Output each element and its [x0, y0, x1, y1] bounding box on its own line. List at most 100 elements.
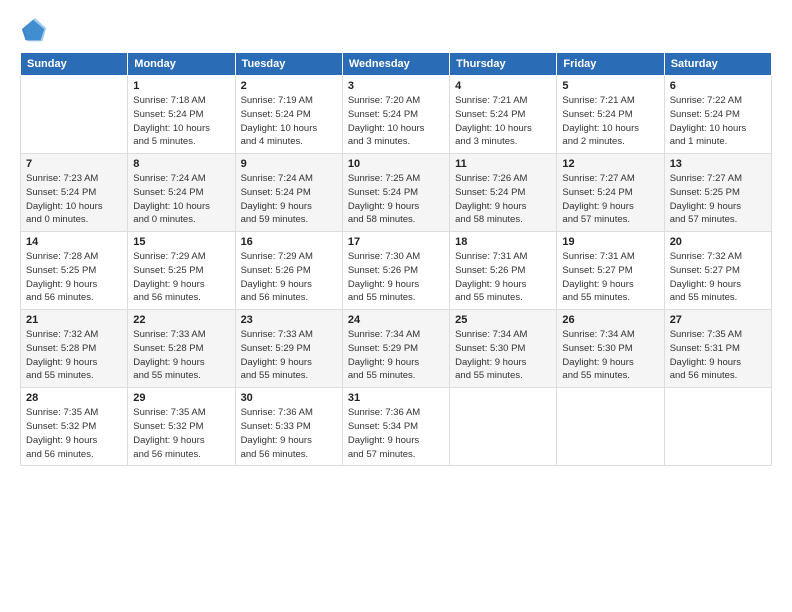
calendar-cell: 28 Sunrise: 7:35 AM Sunset: 5:32 PM Dayli… — [21, 388, 128, 466]
day-info: Sunrise: 7:25 AM Sunset: 5:24 PM Dayligh… — [348, 172, 444, 227]
calendar-cell: 15 Sunrise: 7:29 AM Sunset: 5:25 PM Dayli… — [128, 232, 235, 310]
day-number: 22 — [133, 314, 229, 326]
day-info: Sunrise: 7:36 AM Sunset: 5:33 PM Dayligh… — [241, 406, 337, 461]
calendar-cell: 6 Sunrise: 7:22 AM Sunset: 5:24 PM Daylig… — [664, 76, 771, 154]
col-header-wednesday: Wednesday — [342, 53, 449, 76]
day-info: Sunrise: 7:35 AM Sunset: 5:32 PM Dayligh… — [133, 406, 229, 461]
calendar-cell: 13Sunrise: 7:27 AM Sunset: 5:25 PM Dayli… — [664, 154, 771, 232]
day-number: 25 — [455, 314, 551, 326]
day-info: Sunrise: 7:24 AM Sunset: 5:24 PM Dayligh… — [133, 172, 229, 227]
calendar-header-row: SundayMondayTuesdayWednesdayThursdayFrid… — [21, 53, 772, 76]
header — [20, 16, 772, 44]
col-header-friday: Friday — [557, 53, 664, 76]
logo-icon — [20, 16, 48, 44]
day-info: Sunrise: 7:19 AM Sunset: 5:24 PM Dayligh… — [241, 94, 337, 149]
day-number: 31 — [348, 392, 444, 404]
calendar-cell: 12Sunrise: 7:27 AM Sunset: 5:24 PM Dayli… — [557, 154, 664, 232]
day-number: 16 — [241, 236, 337, 248]
calendar-cell: 11Sunrise: 7:26 AM Sunset: 5:24 PM Dayli… — [450, 154, 557, 232]
col-header-saturday: Saturday — [664, 53, 771, 76]
day-info: Sunrise: 7:22 AM Sunset: 5:24 PM Dayligh… — [670, 94, 766, 149]
day-number: 12 — [562, 158, 658, 170]
calendar-cell: 5 Sunrise: 7:21 AM Sunset: 5:24 PM Daylig… — [557, 76, 664, 154]
day-info: Sunrise: 7:27 AM Sunset: 5:25 PM Dayligh… — [670, 172, 766, 227]
calendar-table: SundayMondayTuesdayWednesdayThursdayFrid… — [20, 52, 772, 466]
day-number: 28 — [26, 392, 122, 404]
calendar-cell: 24 Sunrise: 7:34 AM Sunset: 5:29 PM Dayli… — [342, 310, 449, 388]
calendar-cell: 25 Sunrise: 7:34 AM Sunset: 5:30 PM Dayli… — [450, 310, 557, 388]
day-number: 14 — [26, 236, 122, 248]
page: SundayMondayTuesdayWednesdayThursdayFrid… — [0, 0, 792, 612]
calendar-cell: 14 Sunrise: 7:28 AM Sunset: 5:25 PM Dayli… — [21, 232, 128, 310]
calendar-cell: 26Sunrise: 7:34 AM Sunset: 5:30 PM Dayli… — [557, 310, 664, 388]
day-number: 2 — [241, 80, 337, 92]
calendar-cell: 23 Sunrise: 7:33 AM Sunset: 5:29 PM Dayli… — [235, 310, 342, 388]
day-number: 9 — [241, 158, 337, 170]
day-info: Sunrise: 7:29 AM Sunset: 5:25 PM Dayligh… — [133, 250, 229, 305]
calendar-cell — [557, 388, 664, 466]
calendar-cell: 7Sunrise: 7:23 AM Sunset: 5:24 PM Daylig… — [21, 154, 128, 232]
calendar-week-row: 28 Sunrise: 7:35 AM Sunset: 5:32 PM Dayli… — [21, 388, 772, 466]
day-info: Sunrise: 7:24 AM Sunset: 5:24 PM Dayligh… — [241, 172, 337, 227]
calendar-cell: 9 Sunrise: 7:24 AM Sunset: 5:24 PM Daylig… — [235, 154, 342, 232]
calendar-week-row: 14 Sunrise: 7:28 AM Sunset: 5:25 PM Dayli… — [21, 232, 772, 310]
day-info: Sunrise: 7:34 AM Sunset: 5:30 PM Dayligh… — [455, 328, 551, 383]
day-number: 11 — [455, 158, 551, 170]
day-number: 21 — [26, 314, 122, 326]
day-number: 5 — [562, 80, 658, 92]
day-info: Sunrise: 7:21 AM Sunset: 5:24 PM Dayligh… — [455, 94, 551, 149]
day-info: Sunrise: 7:30 AM Sunset: 5:26 PM Dayligh… — [348, 250, 444, 305]
col-header-tuesday: Tuesday — [235, 53, 342, 76]
calendar-cell: 17 Sunrise: 7:30 AM Sunset: 5:26 PM Dayli… — [342, 232, 449, 310]
day-number: 4 — [455, 80, 551, 92]
calendar-cell: 18Sunrise: 7:31 AM Sunset: 5:26 PM Dayli… — [450, 232, 557, 310]
day-number: 20 — [670, 236, 766, 248]
day-number: 24 — [348, 314, 444, 326]
calendar-cell: 3Sunrise: 7:20 AM Sunset: 5:24 PM Daylig… — [342, 76, 449, 154]
day-number: 27 — [670, 314, 766, 326]
day-info: Sunrise: 7:31 AM Sunset: 5:26 PM Dayligh… — [455, 250, 551, 305]
day-number: 8 — [133, 158, 229, 170]
calendar-week-row: 1Sunrise: 7:18 AM Sunset: 5:24 PM Daylig… — [21, 76, 772, 154]
day-info: Sunrise: 7:20 AM Sunset: 5:24 PM Dayligh… — [348, 94, 444, 149]
day-number: 23 — [241, 314, 337, 326]
calendar-week-row: 7Sunrise: 7:23 AM Sunset: 5:24 PM Daylig… — [21, 154, 772, 232]
calendar-cell — [664, 388, 771, 466]
day-number: 26 — [562, 314, 658, 326]
col-header-sunday: Sunday — [21, 53, 128, 76]
calendar-cell: 1Sunrise: 7:18 AM Sunset: 5:24 PM Daylig… — [128, 76, 235, 154]
day-info: Sunrise: 7:32 AM Sunset: 5:27 PM Dayligh… — [670, 250, 766, 305]
calendar-cell — [21, 76, 128, 154]
day-number: 29 — [133, 392, 229, 404]
day-number: 17 — [348, 236, 444, 248]
day-info: Sunrise: 7:33 AM Sunset: 5:29 PM Dayligh… — [241, 328, 337, 383]
calendar-cell: 8 Sunrise: 7:24 AM Sunset: 5:24 PM Daylig… — [128, 154, 235, 232]
day-info: Sunrise: 7:21 AM Sunset: 5:24 PM Dayligh… — [562, 94, 658, 149]
day-info: Sunrise: 7:35 AM Sunset: 5:32 PM Dayligh… — [26, 406, 122, 461]
calendar-cell: 19 Sunrise: 7:31 AM Sunset: 5:27 PM Dayli… — [557, 232, 664, 310]
calendar-cell: 27Sunrise: 7:35 AM Sunset: 5:31 PM Dayli… — [664, 310, 771, 388]
day-number: 1 — [133, 80, 229, 92]
day-info: Sunrise: 7:28 AM Sunset: 5:25 PM Dayligh… — [26, 250, 122, 305]
calendar-cell: 21 Sunrise: 7:32 AM Sunset: 5:28 PM Dayli… — [21, 310, 128, 388]
logo — [20, 16, 52, 44]
day-number: 19 — [562, 236, 658, 248]
day-number: 6 — [670, 80, 766, 92]
calendar-cell: 31 Sunrise: 7:36 AM Sunset: 5:34 PM Dayli… — [342, 388, 449, 466]
day-info: Sunrise: 7:34 AM Sunset: 5:29 PM Dayligh… — [348, 328, 444, 383]
day-info: Sunrise: 7:23 AM Sunset: 5:24 PM Dayligh… — [26, 172, 122, 227]
calendar-cell: 2 Sunrise: 7:19 AM Sunset: 5:24 PM Daylig… — [235, 76, 342, 154]
calendar-cell: 4 Sunrise: 7:21 AM Sunset: 5:24 PM Daylig… — [450, 76, 557, 154]
day-info: Sunrise: 7:31 AM Sunset: 5:27 PM Dayligh… — [562, 250, 658, 305]
calendar-cell: 22 Sunrise: 7:33 AM Sunset: 5:28 PM Dayli… — [128, 310, 235, 388]
day-number: 10 — [348, 158, 444, 170]
day-info: Sunrise: 7:33 AM Sunset: 5:28 PM Dayligh… — [133, 328, 229, 383]
calendar-cell — [450, 388, 557, 466]
col-header-monday: Monday — [128, 53, 235, 76]
day-info: Sunrise: 7:32 AM Sunset: 5:28 PM Dayligh… — [26, 328, 122, 383]
col-header-thursday: Thursday — [450, 53, 557, 76]
calendar-cell: 29 Sunrise: 7:35 AM Sunset: 5:32 PM Dayli… — [128, 388, 235, 466]
day-number: 30 — [241, 392, 337, 404]
day-info: Sunrise: 7:36 AM Sunset: 5:34 PM Dayligh… — [348, 406, 444, 461]
day-number: 15 — [133, 236, 229, 248]
